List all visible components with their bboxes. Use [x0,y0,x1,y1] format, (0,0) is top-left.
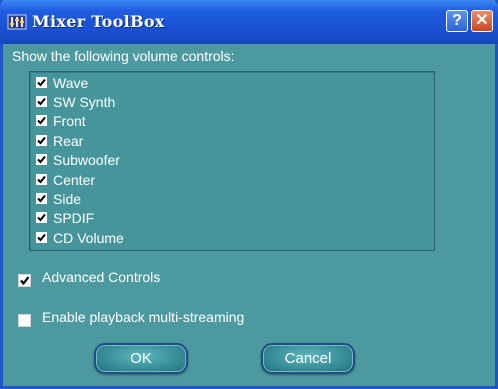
checkmark-icon [20,276,30,286]
subwoofer-label: Subwoofer [53,151,120,168]
list-item-subwoofer[interactable]: Subwoofer [36,150,120,169]
close-button[interactable]: ✕ [471,10,493,32]
list-item-partial [36,244,116,250]
sw-synth-checkbox[interactable] [36,96,47,107]
side-label: Side [53,190,82,207]
volume-controls-prompt: Show the following volume controls: [12,48,235,64]
wave-label: Wave [53,74,89,91]
ok-button[interactable]: OK [94,343,188,374]
help-button[interactable]: ? [446,10,468,32]
mixer-app-icon [7,12,27,32]
subwoofer-checkbox[interactable] [36,154,47,165]
center-checkbox[interactable] [36,174,47,185]
window-title: Mixer ToolBox [32,12,165,31]
list-item-spdif[interactable]: SPDIF [36,208,94,227]
list-item-rear[interactable]: Rear [36,131,83,150]
list-item-center[interactable]: Center [36,170,95,189]
list-item-wave[interactable]: Wave [36,73,88,92]
list-item-front[interactable]: Front [36,111,86,130]
advanced-controls-checkbox[interactable] [18,274,31,287]
center-label: Center [53,171,96,188]
mixer-toolbox-dialog: Mixer ToolBox ? ✕ Show the following vol… [0,0,498,389]
sw-synth-label: SW Synth [53,93,116,110]
front-label: Front [53,112,86,129]
cancel-button[interactable]: Cancel [261,343,355,374]
list-item-sw-synth[interactable]: SW Synth [36,92,115,111]
spdif-label: SPDIF [53,209,95,226]
rear-checkbox[interactable] [36,135,47,146]
list-item-side[interactable]: Side [36,189,81,208]
cd-volume-checkbox[interactable] [36,232,47,243]
side-checkbox[interactable] [36,193,47,204]
rear-label: Rear [53,132,84,149]
volume-controls-list[interactable]: Wave SW Synth Front Rear Subwoofer Cente… [29,71,435,251]
spdif-checkbox[interactable] [36,212,47,223]
wave-checkbox[interactable] [36,77,47,88]
advanced-controls-label: Advanced Controls [42,269,161,285]
front-checkbox[interactable] [36,115,47,126]
multi-streaming-checkbox[interactable] [18,314,31,327]
multi-streaming-label: Enable playback multi-streaming [42,309,245,325]
title-bar[interactable]: Mixer ToolBox ? ✕ [0,0,498,44]
